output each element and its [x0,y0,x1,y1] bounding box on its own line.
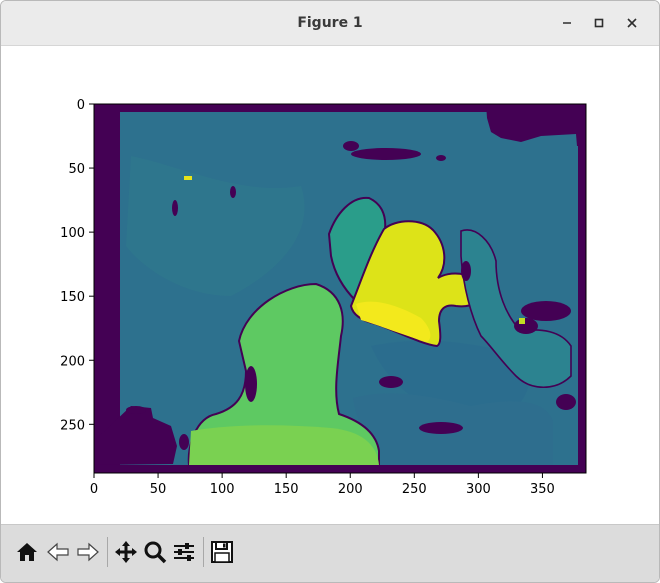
maximize-icon [594,18,604,28]
y-tick-label: 200 [60,354,85,369]
x-tick-label: 200 [338,482,363,497]
minimize-button[interactable] [556,12,578,34]
close-button[interactable] [621,12,643,34]
forward-arrow-icon [77,542,99,562]
x-axis: 0 50 100 150 200 250 300 350 [90,473,555,497]
y-tick-label: 0 [77,98,85,113]
x-tick-label: 250 [402,482,427,497]
x-tick-label: 100 [210,482,235,497]
move-icon [115,541,137,563]
y-tick-label: 100 [60,226,85,241]
zoom-button[interactable] [141,538,169,566]
home-icon [17,543,37,561]
sliders-icon [174,543,194,561]
y-axis: 0 50 100 150 200 250 [60,98,94,433]
y-tick-label: 250 [60,418,85,433]
heatmap-image [94,104,586,473]
x-tick-label: 300 [466,482,491,497]
x-tick-label: 0 [90,482,98,497]
pan-button[interactable] [112,538,140,566]
heatmap-plot[interactable]: 0 50 100 150 200 250 300 350 0 50 100 150 200 250 [1,46,659,524]
y-tick-label: 50 [68,162,85,177]
y-tick-label: 150 [60,290,85,305]
save-icon [211,541,233,563]
configure-subplots-button[interactable] [170,538,198,566]
x-tick-label: 150 [274,482,299,497]
x-tick-label: 350 [530,482,555,497]
home-button[interactable] [13,538,41,566]
figure-canvas[interactable]: 0 50 100 150 200 250 300 350 0 50 100 150 200 250 [1,46,659,524]
zoom-icon [144,541,167,564]
save-button[interactable] [208,538,236,566]
back-button[interactable] [44,538,72,566]
maximize-button[interactable] [588,12,610,34]
minimize-icon [563,22,571,24]
toolbar-separator [107,537,108,567]
forward-button[interactable] [74,538,102,566]
figure-window: Figure 1 0 50 100 150 200 250 300 350 0 … [0,0,660,583]
x-tick-label: 50 [150,482,167,497]
title-bar[interactable]: Figure 1 [1,1,659,46]
back-arrow-icon [47,542,69,562]
toolbar-separator [203,537,204,567]
navigation-toolbar [1,524,659,582]
close-icon [627,18,637,28]
